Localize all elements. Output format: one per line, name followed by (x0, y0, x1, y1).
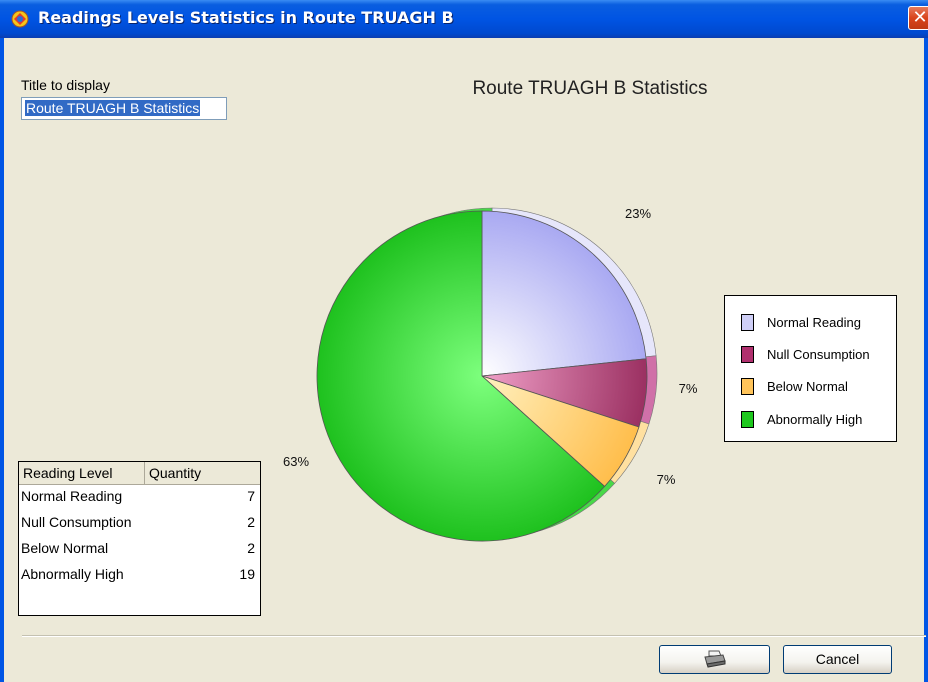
pie-percent-label: 23% (625, 206, 651, 221)
print-button[interactable] (659, 645, 770, 674)
column-header-quantity[interactable]: Quantity (145, 462, 260, 484)
row-level: Null Consumption (21, 514, 132, 530)
legend-swatch (741, 411, 754, 428)
chart-legend: Normal Reading Null Consumption Below No… (724, 295, 897, 442)
row-quantity: 2 (247, 514, 255, 530)
legend-label: Null Consumption (767, 347, 870, 362)
table-header: Reading Level Quantity (19, 462, 260, 485)
table-row[interactable]: Normal Reading 7 (19, 485, 260, 507)
table-row[interactable]: Below Normal 2 (19, 537, 260, 559)
row-level: Abnormally High (21, 566, 124, 582)
reading-levels-table[interactable]: Reading Level Quantity Normal Reading 7 … (18, 461, 261, 616)
printer-icon (703, 650, 726, 668)
pie-percent-label: 7% (679, 381, 698, 396)
row-quantity: 19 (239, 566, 255, 582)
table-row[interactable]: Null Consumption 2 (19, 511, 260, 533)
column-header-reading-level[interactable]: Reading Level (19, 462, 145, 484)
pie-percent-label: 7% (657, 472, 676, 487)
table-row[interactable]: Abnormally High 19 (19, 563, 260, 585)
row-level: Below Normal (21, 540, 109, 556)
row-quantity: 2 (247, 540, 255, 556)
legend-swatch (741, 314, 754, 331)
row-level: Normal Reading (21, 488, 123, 504)
row-quantity: 7 (247, 488, 255, 504)
legend-swatch (741, 378, 754, 395)
pie-percent-label: 63% (283, 454, 309, 469)
pie-slice-normal-reading (481, 210, 647, 377)
footer-divider (22, 635, 926, 637)
dialog-window: Readings Levels Statistics in Route TRUA… (0, 0, 928, 682)
legend-label: Normal Reading (767, 315, 861, 330)
cancel-button[interactable]: Cancel (783, 645, 892, 674)
legend-swatch (741, 346, 754, 363)
legend-label: Abnormally High (767, 412, 863, 427)
legend-label: Below Normal (767, 379, 848, 394)
